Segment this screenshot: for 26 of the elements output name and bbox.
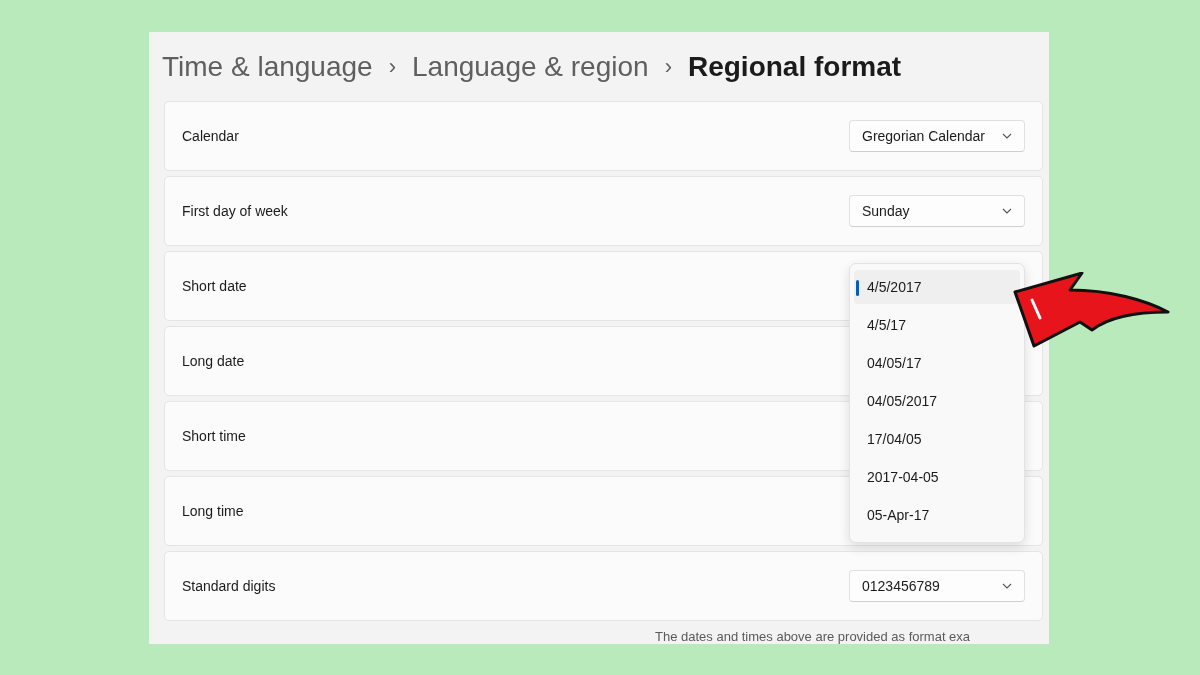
dropdown-option[interactable]: 05-Apr-17 <box>854 498 1020 532</box>
setting-label: Long time <box>182 503 244 519</box>
setting-label: Standard digits <box>182 578 276 594</box>
dropdown-option[interactable]: 2017-04-05 <box>854 460 1020 494</box>
dropdown[interactable]: Gregorian Calendar <box>849 120 1025 152</box>
setting-label: Calendar <box>182 128 239 144</box>
footnote: The dates and times above are provided as format exa <box>654 628 972 644</box>
breadcrumb-separator: › <box>664 53 672 80</box>
chevron-down-icon <box>1002 583 1012 589</box>
dropdown-option[interactable]: 04/05/17 <box>854 346 1020 380</box>
dropdown[interactable]: Sunday <box>849 195 1025 227</box>
setting-label: Short time <box>182 428 246 444</box>
dropdown[interactable]: 0123456789 <box>849 570 1025 602</box>
breadcrumb-link[interactable]: Language & region <box>412 50 649 83</box>
dropdown-option[interactable]: 17/04/05 <box>854 422 1020 456</box>
setting-label: First day of week <box>182 203 288 219</box>
dropdown-option[interactable]: 4/5/2017 <box>854 270 1020 304</box>
breadcrumb-link[interactable]: Time & language <box>162 50 373 83</box>
breadcrumb-separator: › <box>388 53 396 80</box>
chevron-down-icon <box>1002 133 1012 139</box>
page-title: Regional format <box>687 50 902 83</box>
dropdown-option[interactable]: 4/5/17 <box>854 308 1020 342</box>
chevron-down-icon <box>1002 208 1012 214</box>
setting-label: Short date <box>182 278 247 294</box>
setting-label: Long date <box>182 353 245 369</box>
dropdown-option[interactable]: 04/05/2017 <box>854 384 1020 418</box>
